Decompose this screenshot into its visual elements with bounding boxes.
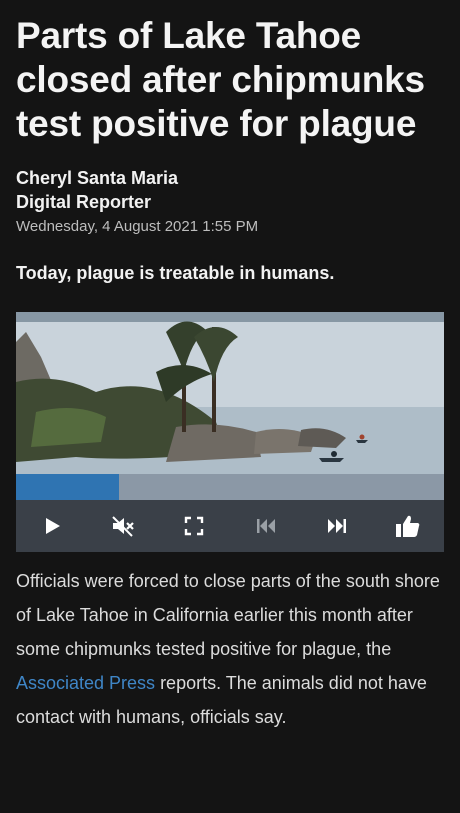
previous-icon	[256, 519, 275, 533]
headline: Parts of Lake Tahoe closed after chipmun…	[16, 15, 425, 144]
progress-fill	[16, 474, 119, 500]
associated-press-link[interactable]: Associated Press	[16, 673, 155, 693]
article-body: Officials were forced to close parts of …	[16, 564, 444, 734]
article: Parts of Lake Tahoe closed after chipmun…	[0, 0, 460, 734]
like-button[interactable]	[390, 508, 426, 544]
play-icon	[45, 518, 60, 534]
byline: Cheryl Santa Maria Digital Reporter	[16, 166, 444, 214]
play-button[interactable]	[34, 508, 70, 544]
fullscreen-button[interactable]	[176, 508, 212, 544]
mute-button[interactable]	[105, 508, 141, 544]
next-icon	[327, 519, 346, 533]
author-name[interactable]: Cheryl Santa Maria	[16, 166, 444, 190]
thumbs-up-icon	[396, 515, 420, 537]
publish-date: Wednesday, 4 August 2021 1:55 PM	[16, 218, 259, 235]
mute-icon	[112, 516, 134, 537]
next-button[interactable]	[319, 508, 355, 544]
progress-bar[interactable]	[16, 474, 444, 500]
previous-button[interactable]	[248, 508, 284, 544]
body-text-start: Officials were forced to close parts of …	[16, 571, 440, 659]
video-controls	[16, 500, 444, 552]
fullscreen-icon	[185, 516, 204, 536]
video-frame[interactable]	[16, 312, 444, 474]
author-role: Digital Reporter	[16, 192, 152, 212]
lede: Today, plague is treatable in humans.	[16, 263, 335, 283]
video-player[interactable]	[16, 312, 444, 552]
